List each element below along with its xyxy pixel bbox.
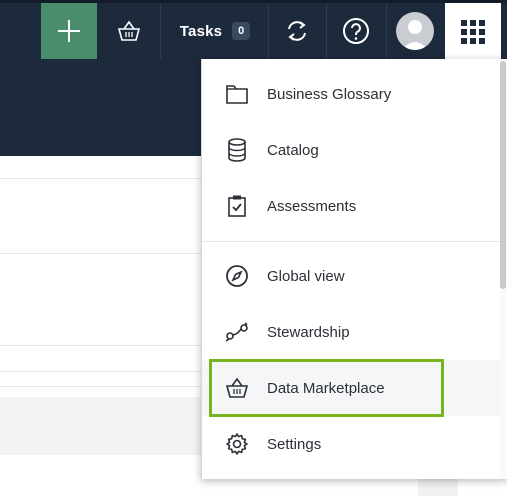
sync-button[interactable] (270, 3, 324, 59)
gear-icon (224, 431, 250, 457)
menu-item-label: Data Marketplace (267, 379, 385, 397)
menu-item-label: Global view (267, 267, 345, 285)
content-divider (0, 386, 205, 387)
menu-item-label: Settings (267, 435, 322, 453)
menu-divider (202, 241, 502, 242)
menu-item-label: Assessments (267, 197, 357, 215)
content-divider (0, 345, 205, 346)
menu-item-global-view[interactable]: Global view (202, 248, 502, 304)
database-icon (224, 137, 250, 163)
toolbar-divider (326, 3, 327, 59)
content-divider (0, 253, 205, 254)
app-launcher-button[interactable] (445, 3, 501, 60)
menu-item-business-glossary[interactable]: Business Glossary (202, 66, 502, 122)
basket-icon (117, 20, 141, 41)
app-grid-icon (461, 19, 485, 44)
toolbar-divider (160, 3, 161, 59)
stewardship-arrows-icon (224, 319, 250, 345)
content-divider (0, 371, 205, 372)
menu-item-data-marketplace[interactable]: Data Marketplace (202, 360, 502, 416)
tasks-button[interactable]: Tasks 0 (163, 3, 267, 59)
menu-item-label: Stewardship (267, 323, 350, 341)
create-button[interactable] (41, 3, 97, 59)
sync-icon (288, 21, 306, 41)
clipboard-check-icon (224, 193, 250, 219)
toolbar-divider (268, 3, 269, 59)
compass-icon (224, 263, 250, 289)
menu-item-settings[interactable]: Settings (202, 416, 502, 472)
data-basket-button[interactable] (99, 3, 159, 59)
user-menu-button[interactable] (388, 3, 442, 59)
menu-item-catalog[interactable]: Catalog (202, 122, 502, 178)
basket-icon (224, 375, 250, 401)
toolbar-divider (386, 3, 387, 59)
menu-item-label: Business Glossary (267, 85, 392, 103)
menu-item-label: Catalog (267, 141, 319, 159)
folder-icon (224, 81, 250, 107)
menu-scrollbar-thumb[interactable] (500, 61, 506, 289)
avatar (396, 12, 434, 50)
help-button[interactable] (328, 3, 384, 59)
menu-item-stewardship[interactable]: Stewardship (202, 304, 502, 360)
content-divider (0, 178, 205, 179)
help-icon (343, 18, 369, 44)
tasks-label: Tasks (179, 22, 223, 40)
app-launcher-menu: Business Glossary Catalog Assessments Gl… (201, 59, 507, 479)
menu-item-assessments[interactable]: Assessments (202, 178, 502, 234)
user-silhouette-icon (402, 20, 428, 50)
plus-icon (58, 20, 80, 42)
tasks-count-badge: 0 (232, 22, 251, 40)
